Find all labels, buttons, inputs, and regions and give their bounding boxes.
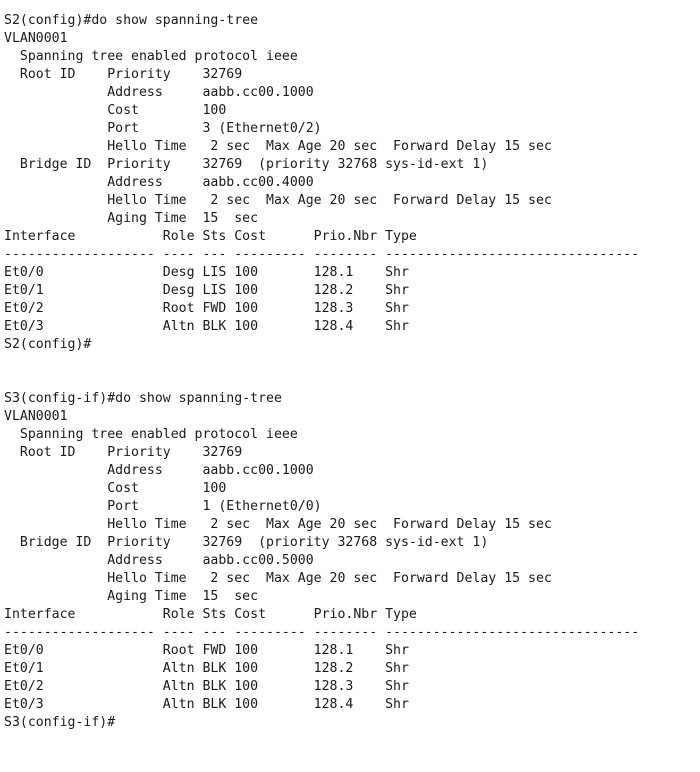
prompt-s2: S2(config)#: [4, 337, 92, 352]
vlan-header: VLAN0001: [4, 31, 68, 46]
command-line-s3: S3(config-if)#do show spanning-tree: [4, 391, 282, 406]
root-id-timers: Hello Time 2 sec Max Age 20 sec Forward …: [4, 517, 552, 532]
bridge-id-priority: Bridge ID Priority 32769 (priority 32768…: [4, 535, 489, 550]
bridge-id-address: Address aabb.cc00.5000: [4, 553, 314, 568]
vlan-header: VLAN0001: [4, 409, 68, 424]
prompt-s3: S3(config-if)#: [4, 715, 116, 730]
command-line-s2: S2(config)#do show spanning-tree: [4, 13, 259, 28]
interface-row: Et0/3 Altn BLK 100 128.4 Shr: [4, 697, 409, 712]
interface-table-header: Interface Role Sts Cost Prio.Nbr Type: [4, 607, 417, 622]
interface-row: Et0/2 Root FWD 100 128.3 Shr: [4, 301, 409, 316]
interface-row: Et0/2 Altn BLK 100 128.3 Shr: [4, 679, 409, 694]
bridge-id-timers: Hello Time 2 sec Max Age 20 sec Forward …: [4, 193, 552, 208]
root-id-port: Port 3 (Ethernet0/2): [4, 121, 322, 136]
root-id-address: Address aabb.cc00.1000: [4, 85, 314, 100]
bridge-id-priority: Bridge ID Priority 32769 (priority 32768…: [4, 157, 489, 172]
protocol-line: Spanning tree enabled protocol ieee: [4, 427, 298, 442]
root-id-cost: Cost 100: [4, 103, 227, 118]
interface-row: Et0/1 Desg LIS 100 128.2 Shr: [4, 283, 409, 298]
protocol-line: Spanning tree enabled protocol ieee: [4, 49, 298, 64]
root-id-priority: Root ID Priority 32769: [4, 67, 243, 82]
root-id-cost: Cost 100: [4, 481, 227, 496]
interface-table-header: Interface Role Sts Cost Prio.Nbr Type: [4, 229, 417, 244]
root-id-address: Address aabb.cc00.1000: [4, 463, 314, 478]
bridge-id-timers: Hello Time 2 sec Max Age 20 sec Forward …: [4, 571, 552, 586]
interface-row: Et0/0 Root FWD 100 128.1 Shr: [4, 643, 409, 658]
root-id-port: Port 1 (Ethernet0/0): [4, 499, 322, 514]
bridge-id-aging: Aging Time 15 sec: [4, 589, 259, 604]
interface-table-divider: ------------------- ---- --- --------- -…: [4, 247, 640, 262]
interface-row: Et0/1 Altn BLK 100 128.2 Shr: [4, 661, 409, 676]
root-id-priority: Root ID Priority 32769: [4, 445, 243, 460]
interface-row: Et0/0 Desg LIS 100 128.1 Shr: [4, 265, 409, 280]
root-id-timers: Hello Time 2 sec Max Age 20 sec Forward …: [4, 139, 552, 154]
interface-table-divider: ------------------- ---- --- --------- -…: [4, 625, 640, 640]
bridge-id-aging: Aging Time 15 sec: [4, 211, 259, 226]
interface-row: Et0/3 Altn BLK 100 128.4 Shr: [4, 319, 409, 334]
terminal-output: S2(config)#do show spanning-tree VLAN000…: [4, 12, 694, 732]
bridge-id-address: Address aabb.cc00.4000: [4, 175, 314, 190]
